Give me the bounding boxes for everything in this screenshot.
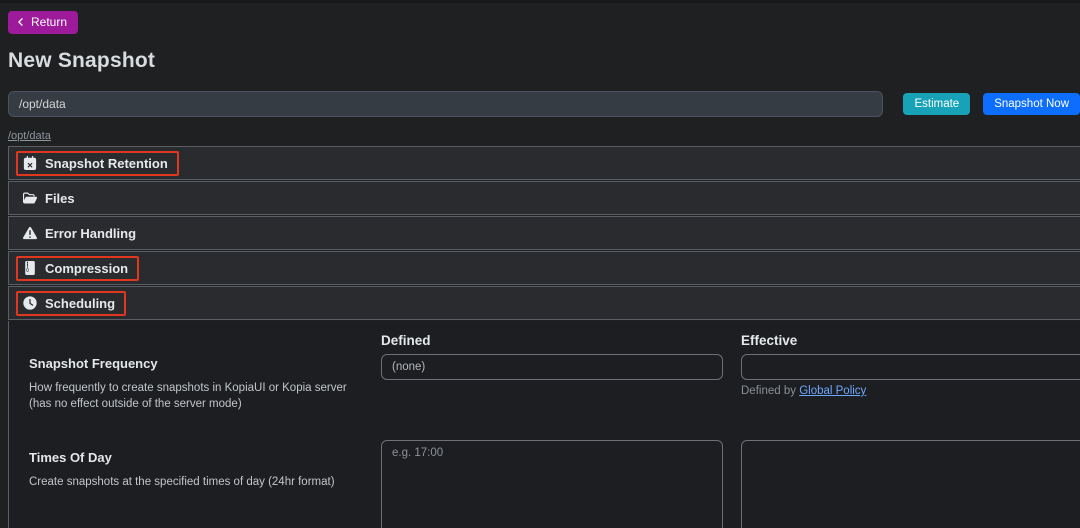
snapshot-frequency-label-block: Snapshot Frequency How frequently to cre…	[21, 354, 381, 412]
accordion-label: Error Handling	[45, 225, 137, 241]
return-button[interactable]: Return	[8, 11, 79, 34]
accordion-label: Scheduling	[45, 295, 116, 311]
path-row: Estimate Snapshot Now	[8, 91, 1080, 117]
path-input[interactable]	[8, 91, 884, 117]
triangle-exclamation-icon	[23, 226, 37, 240]
accordion-header-scheduling[interactable]: Scheduling	[8, 286, 1080, 320]
effective-column-header: Effective	[741, 333, 798, 348]
calendar-xmark-icon	[23, 156, 37, 170]
page-title: New Snapshot	[8, 49, 156, 72]
file-zipper-icon	[25, 261, 35, 275]
defined-by-note: Defined by Global Policy	[741, 385, 1080, 397]
row-gap	[21, 412, 381, 440]
header-label-group: Error Handling	[16, 221, 147, 246]
snapshot-frequency-effective-cell: Defined by Global Policy	[741, 354, 1080, 412]
snapshot-frequency-defined-input[interactable]	[381, 354, 723, 380]
policy-accordion: Snapshot Retention Files Error Handling	[8, 146, 1080, 528]
accordion-header-compression[interactable]: Compression	[8, 251, 1080, 285]
chevron-left-icon	[18, 18, 23, 26]
accordion-header-files[interactable]: Files	[8, 181, 1080, 215]
accordion-header-snapshot-retention[interactable]: Snapshot Retention	[8, 146, 1080, 180]
times-of-day-effective-textarea[interactable]	[741, 440, 1080, 528]
new-snapshot-page: Return New Snapshot Estimate Snapshot No…	[0, 3, 1080, 528]
annotation-box-snapshot-retention: Snapshot Retention	[16, 150, 179, 176]
accordion-header-error-handling[interactable]: Error Handling	[8, 216, 1080, 250]
times-of-day-effective-cell: Defined by Global Policy	[741, 440, 1080, 528]
snapshot-frequency-defined-cell	[381, 354, 741, 412]
snapshot-frequency-label: Snapshot Frequency	[29, 356, 158, 371]
policy-grid: Defined Effective Snapshot Frequency How…	[9, 321, 1080, 528]
snapshot-frequency-description: How frequently to create snapshots in Ko…	[29, 382, 347, 410]
times-of-day-defined-textarea[interactable]	[381, 440, 723, 528]
times-of-day-label-block: Times Of Day Create snapshots at the spe…	[21, 440, 381, 528]
scheduling-panel: Defined Effective Snapshot Frequency How…	[8, 321, 1080, 528]
breadcrumb[interactable]: /opt/data	[8, 130, 51, 142]
spacer-cell	[21, 333, 381, 354]
accordion-label: Snapshot Retention	[45, 155, 168, 171]
folder-open-icon	[23, 192, 37, 204]
times-of-day-label: Times Of Day	[29, 450, 112, 466]
accordion-label: Compression	[45, 260, 129, 276]
snapshot-frequency-effective-input[interactable]	[741, 354, 1080, 380]
snapshot-now-button[interactable]: Snapshot Now	[983, 93, 1080, 115]
defined-column-header: Defined	[381, 333, 431, 348]
clock-icon	[23, 296, 37, 310]
header-label-group: Files	[16, 186, 86, 211]
estimate-button[interactable]: Estimate	[903, 93, 971, 115]
defined-by-prefix: Defined by	[741, 385, 800, 397]
times-of-day-defined-cell	[381, 440, 741, 528]
return-label: Return	[31, 15, 68, 29]
times-of-day-description: Create snapshots at the specified times …	[29, 476, 335, 489]
global-policy-link[interactable]: Global Policy	[799, 385, 866, 397]
annotation-box-compression: Compression	[16, 255, 140, 281]
annotation-box-scheduling: Scheduling	[16, 290, 127, 316]
accordion-label: Files	[45, 190, 75, 206]
